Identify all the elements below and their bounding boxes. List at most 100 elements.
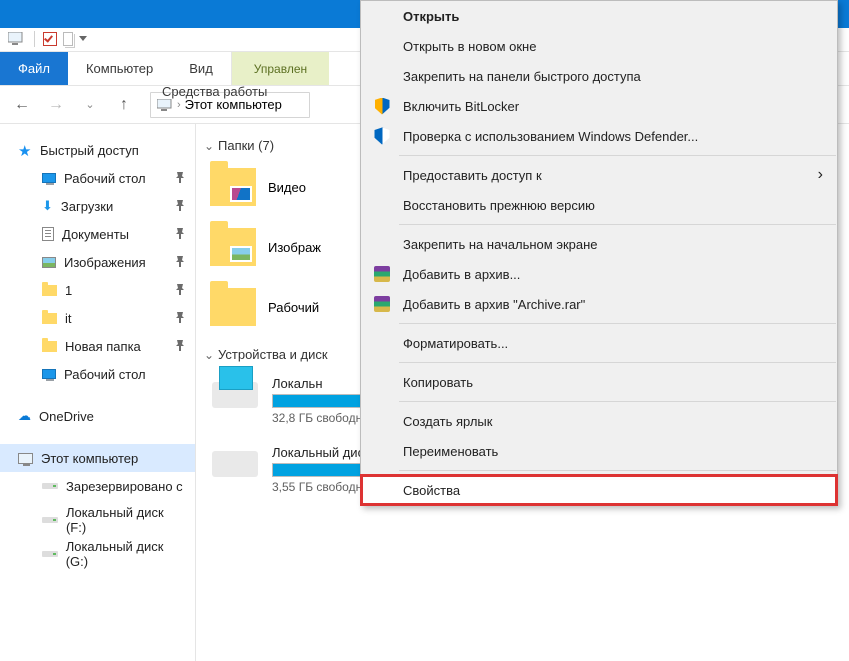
- pin-icon: [175, 256, 185, 268]
- ctx-separator: [399, 401, 836, 402]
- ctx-rename[interactable]: Переименовать: [361, 436, 837, 466]
- folder-big-icon: [210, 228, 256, 266]
- ctx-open[interactable]: Открыть: [361, 1, 837, 31]
- breadcrumb-chevron-icon[interactable]: ›: [177, 99, 181, 111]
- sidebar-item-documents[interactable]: Документы: [16, 220, 195, 248]
- breadcrumb-location[interactable]: Этот компьютер: [185, 97, 282, 112]
- ctx-label: Закрепить на панели быстрого доступа: [403, 69, 641, 84]
- pin-icon: [175, 312, 185, 324]
- pc-icon: [157, 99, 173, 111]
- pin-icon: [175, 228, 185, 240]
- pictures-icon: [42, 257, 56, 268]
- pc-icon: [18, 453, 33, 464]
- ctx-restore-previous[interactable]: Восстановить прежнюю версию: [361, 190, 837, 220]
- ctx-separator: [399, 362, 836, 363]
- file-menu-tab[interactable]: Файл: [0, 52, 68, 85]
- ctx-label: Включить BitLocker: [403, 99, 519, 114]
- sidebar-item-new-folder[interactable]: Новая папка: [16, 332, 195, 360]
- submenu-arrow-icon: ›: [818, 166, 823, 184]
- nav-recent-chevron-icon[interactable]: ⌄: [76, 91, 104, 119]
- qat-new-folder-icon[interactable]: [63, 32, 73, 46]
- shield-yellow-icon: [373, 97, 391, 115]
- qat-separator: [34, 31, 35, 47]
- sidebar-drive-g[interactable]: Локальный диск (G:): [16, 540, 195, 568]
- sidebar-this-pc[interactable]: Этот компьютер: [0, 444, 195, 472]
- sidebar-item-label: Загрузки: [61, 199, 113, 214]
- ctx-add-archive[interactable]: Добавить в архив...: [361, 259, 837, 289]
- ctx-separator: [399, 224, 836, 225]
- sidebar-item-label: 1: [65, 283, 72, 298]
- chevron-down-icon: ⌄: [204, 141, 214, 151]
- qat-customize-chevron-icon[interactable]: [79, 36, 87, 42]
- winrar-icon: [373, 265, 391, 283]
- shield-blue-icon: [373, 127, 391, 145]
- tile-label: Видео: [268, 180, 306, 195]
- nav-forward-button[interactable]: →: [42, 91, 70, 119]
- sidebar-label: Этот компьютер: [41, 451, 138, 466]
- qat-properties-icon[interactable]: [43, 32, 57, 46]
- nav-up-button[interactable]: ↑: [110, 91, 138, 119]
- ctx-copy[interactable]: Копировать: [361, 367, 837, 397]
- sidebar-quick-access[interactable]: ★ Быстрый доступ: [0, 136, 195, 164]
- ctx-properties[interactable]: Свойства: [361, 475, 837, 505]
- sidebar-item-folder-it[interactable]: it: [16, 304, 195, 332]
- star-icon: ★: [18, 142, 34, 158]
- ctx-format[interactable]: Форматировать...: [361, 328, 837, 358]
- pin-icon: [175, 200, 185, 212]
- ctx-label: Открыть в новом окне: [403, 39, 536, 54]
- sidebar-item-downloads[interactable]: ⬇ Загрузки: [16, 192, 195, 220]
- desktop-icon: [42, 369, 56, 379]
- tile-label: Изображ: [268, 240, 321, 255]
- ctx-label: Закрепить на начальном экране: [403, 237, 598, 252]
- ctx-pin-quick-access[interactable]: Закрепить на панели быстрого доступа: [361, 61, 837, 91]
- folder-big-icon: [210, 288, 256, 326]
- onedrive-icon: ☁: [18, 408, 31, 424]
- tile-label: Рабочий: [268, 300, 319, 315]
- ctx-pin-start[interactable]: Закрепить на начальном экране: [361, 229, 837, 259]
- ctx-separator: [399, 155, 836, 156]
- explorer-app-icon: [8, 32, 26, 46]
- sidebar-item-pictures[interactable]: Изображения: [16, 248, 195, 276]
- sidebar-drive-reserved[interactable]: Зарезервировано с: [16, 472, 195, 500]
- ctx-label: Свойства: [403, 483, 460, 498]
- sidebar-item-desktop-2[interactable]: Рабочий стол: [16, 360, 195, 388]
- folder-icon: [42, 341, 57, 352]
- pin-icon: [175, 284, 185, 296]
- download-icon: ⬇: [42, 198, 53, 214]
- pin-icon: [175, 340, 185, 352]
- sidebar-item-label: it: [65, 311, 72, 326]
- ctx-defender[interactable]: Проверка с использованием Windows Defend…: [361, 121, 837, 151]
- ctx-label: Форматировать...: [403, 336, 508, 351]
- sidebar-item-label: Рабочий стол: [64, 367, 146, 382]
- desktop-icon: [42, 173, 56, 183]
- ctx-label: Открыть: [403, 9, 459, 24]
- sidebar-item-label: Новая папка: [65, 339, 141, 354]
- sidebar-drive-f[interactable]: Локальный диск (F:): [16, 506, 195, 534]
- ctx-label: Добавить в архив...: [403, 267, 520, 282]
- nav-back-button[interactable]: ←: [8, 91, 36, 119]
- sidebar-item-desktop[interactable]: Рабочий стол: [16, 164, 195, 192]
- ctx-label: Восстановить прежнюю версию: [403, 198, 595, 213]
- tab-computer[interactable]: Компьютер: [68, 52, 171, 85]
- drive-big-icon: [212, 451, 258, 477]
- ctx-bitlocker[interactable]: Включить BitLocker: [361, 91, 837, 121]
- ctx-label: Создать ярлык: [403, 414, 492, 429]
- sidebar-item-label: Локальный диск (G:): [66, 539, 187, 569]
- drive-icon: [42, 551, 58, 557]
- ctx-add-archive-rar[interactable]: Добавить в архив "Archive.rar": [361, 289, 837, 319]
- document-icon: [42, 227, 54, 241]
- sidebar-onedrive[interactable]: ☁ OneDrive: [0, 402, 195, 430]
- tab-drive-tools[interactable]: Средства работы: [144, 84, 285, 99]
- ctx-open-new-window[interactable]: Открыть в новом окне: [361, 31, 837, 61]
- group-header-label: Папки (7): [218, 138, 274, 153]
- ctx-separator: [399, 470, 836, 471]
- ctx-share[interactable]: Предоставить доступ к ›: [361, 160, 837, 190]
- tab-view[interactable]: Вид: [171, 52, 231, 85]
- drive-icon: [42, 517, 58, 523]
- drive-big-icon: [212, 382, 258, 408]
- winrar-icon: [373, 295, 391, 313]
- ctx-create-shortcut[interactable]: Создать ярлык: [361, 406, 837, 436]
- ctx-separator: [399, 323, 836, 324]
- ctx-label: Предоставить доступ к: [403, 168, 542, 183]
- sidebar-item-folder-1[interactable]: 1: [16, 276, 195, 304]
